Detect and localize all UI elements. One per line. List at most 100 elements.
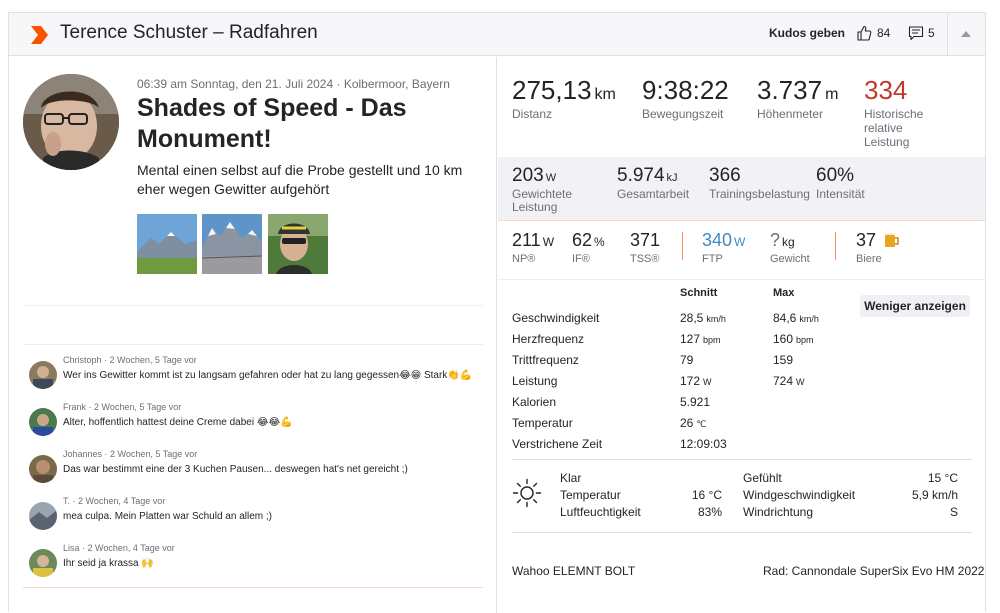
stat-value: 275,13	[512, 75, 592, 105]
divider	[23, 344, 483, 345]
bike-name[interactable]: Rad: Cannondale SuperSix Evo HM 2022	[763, 564, 984, 578]
stat-intensity: 60% Intensität	[816, 165, 865, 201]
commenter-name[interactable]: Frank	[63, 402, 86, 412]
weather-wind-value: 5,9 km/h	[911, 488, 958, 502]
avg-value: 28,5	[680, 311, 704, 325]
comment-time: 2 Wochen, 5 Tage vor	[110, 449, 198, 459]
table-row: Kalorien 5.921	[512, 395, 972, 416]
max-unit: W	[796, 377, 805, 387]
stat-label: Gewichtete Leistung	[512, 187, 573, 214]
give-kudos-button[interactable]: Kudos geben	[769, 26, 845, 40]
divider	[682, 232, 683, 260]
comment-time: 2 Wochen, 5 Tage vor	[94, 402, 182, 412]
row-label: Verstrichene Zeit	[512, 437, 603, 451]
stat-value: 203	[512, 165, 544, 186]
avg-value: 12:09:03	[680, 437, 727, 451]
comment-item: Lisa · 2 Wochen, 4 Tage vor Ihr seid ja …	[29, 543, 489, 583]
column-header-average: Schnitt	[680, 287, 718, 299]
commenter-name[interactable]: Christoph	[63, 355, 102, 365]
activity-photo[interactable]	[268, 214, 328, 274]
activity-photo[interactable]	[137, 214, 197, 274]
stat-unit: m	[825, 86, 839, 103]
activity-summary: 06:39 am Sonntag, den 21. Juli 2024 · Ko…	[9, 57, 497, 613]
comment-item: Christoph · 2 Wochen, 5 Tage vor Wer ins…	[29, 355, 489, 395]
stat-weight[interactable]: ? kg Gewicht	[770, 230, 810, 265]
commenter-avatar[interactable]	[29, 408, 57, 436]
stat-unit: km	[594, 86, 616, 103]
table-row: Geschwindigkeit 28,5 km/h 84,6 km/h	[512, 311, 972, 332]
comment-time: 2 Wochen, 4 Tage vor	[87, 543, 175, 553]
avg-unit: W	[703, 377, 712, 387]
row-label: Temperatur	[512, 416, 573, 430]
activity-header: Terence Schuster – Radfahren Kudos geben…	[9, 13, 985, 56]
comment-text: Wer ins Gewitter kommt ist zu langsam ge…	[63, 370, 473, 381]
activity-title: Shades of Speed - Das Monument!	[137, 94, 407, 153]
table-row: Verstrichene Zeit 12:09:03	[512, 437, 972, 458]
weather-wind-label: Windgeschwindigkeit	[743, 488, 856, 502]
max-value: 84,6	[773, 311, 797, 325]
stat-value: 60%	[816, 165, 855, 186]
thumbs-up-icon[interactable]	[856, 25, 872, 41]
weather-humidity-label: Luftfeuchtigkeit	[560, 505, 641, 519]
stat-relative-effort[interactable]: 334 Historische relative Leistung	[864, 75, 944, 149]
commenter-name[interactable]: Johannes	[63, 449, 102, 459]
column-header-max: Max	[773, 287, 795, 299]
commenter-avatar[interactable]	[29, 361, 57, 389]
stat-weighted-power: 203 W Gewichtete Leistung	[512, 165, 592, 214]
stat-unit: W	[734, 235, 746, 249]
stat-training-load: 366 Trainingsbelastung	[709, 165, 810, 201]
stat-unit: kJ	[666, 172, 678, 184]
stat-value: 9:38:22	[642, 75, 729, 105]
stat-total-work: 5.974 kJ Gesamtarbeit	[617, 165, 689, 201]
commenter-avatar[interactable]	[29, 502, 57, 530]
commenter-name[interactable]: Lisa	[63, 543, 80, 553]
avg-unit: bpm	[703, 335, 721, 345]
kudos-count[interactable]: 84	[877, 26, 890, 40]
avg-value: 172	[680, 374, 701, 388]
stat-elevation: 3.737 m Höhenmeter	[757, 75, 838, 121]
mountain-photo-2	[202, 214, 262, 274]
primary-stats: 275,13 km Distanz 9:38:22 Bewegungszeit 3…	[498, 57, 985, 157]
max-unit: km/h	[799, 314, 819, 324]
avg-unit: km/h	[706, 314, 726, 324]
stat-value: 37	[856, 230, 877, 250]
stat-value: 62	[572, 230, 593, 250]
device-name: Wahoo ELEMNT BOLT	[512, 564, 636, 578]
stat-ftp[interactable]: 340 W FTP	[702, 230, 745, 265]
max-value: 159	[773, 353, 794, 367]
commenter-avatar[interactable]	[29, 455, 57, 483]
chevron-up-icon[interactable]	[961, 30, 971, 38]
stat-distance: 275,13 km Distanz	[512, 75, 616, 121]
stat-label: Höhenmeter	[757, 107, 824, 121]
commenter-avatar[interactable]	[29, 549, 57, 577]
avg-value: 127	[680, 332, 701, 346]
divider	[512, 459, 972, 460]
comment-text: Das war bestimmt eine der 3 Kuchen Pause…	[63, 464, 408, 475]
avatar-image	[29, 361, 57, 389]
selfie-photo	[268, 214, 328, 274]
avg-value: 26	[680, 416, 694, 430]
weather-humidity-value: 83%	[697, 505, 722, 519]
row-label: Geschwindigkeit	[512, 311, 600, 325]
comment-count[interactable]: 5	[928, 26, 935, 40]
activity-photo[interactable]	[202, 214, 262, 274]
sun-icon	[512, 478, 542, 508]
row-label: Kalorien	[512, 395, 557, 409]
stat-beers: 37 Biere	[856, 230, 900, 265]
stat-np: 211 W NP®	[512, 230, 554, 265]
athlete-avatar[interactable]	[23, 74, 119, 170]
weather-temp-value: 16 °C	[691, 488, 722, 502]
stat-label: Bewegungszeit	[642, 107, 724, 121]
stat-moving-time: 9:38:22 Bewegungszeit	[642, 75, 729, 121]
comment-meta: T. · 2 Wochen, 4 Tage vor	[63, 496, 166, 506]
row-label: Leistung	[512, 374, 558, 388]
athlete-photo	[23, 74, 119, 170]
comment-icon[interactable]	[908, 25, 924, 41]
stat-unit: %	[594, 235, 605, 249]
avg-value: 79	[680, 353, 694, 367]
divider	[835, 232, 836, 260]
max-unit: bpm	[796, 335, 814, 345]
comment-meta: Frank · 2 Wochen, 5 Tage vor	[63, 402, 182, 412]
stat-value: 366	[709, 165, 741, 186]
commenter-name[interactable]: T.	[63, 496, 70, 506]
